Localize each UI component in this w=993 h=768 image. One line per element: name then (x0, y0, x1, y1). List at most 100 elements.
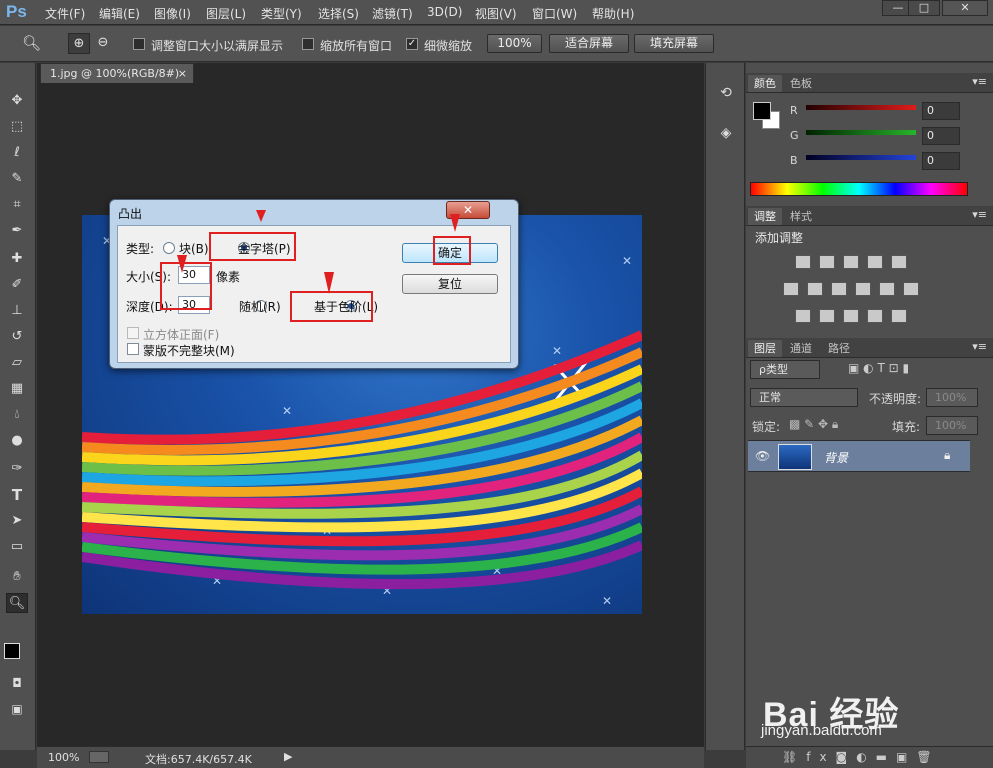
path-select-tool-icon[interactable]: ➤ (6, 511, 28, 531)
blur-tool-icon[interactable]: 💧︎ (6, 405, 28, 425)
posterize-adjustment-icon[interactable] (819, 309, 835, 323)
r-slider[interactable] (806, 105, 916, 110)
panel-menu-icon[interactable]: ▾≡ (972, 340, 987, 353)
tab-adjustments[interactable]: 调整 (748, 208, 782, 225)
eyedropper-tool-icon[interactable]: ✒ (6, 221, 28, 241)
lasso-tool-icon[interactable]: ℓ (6, 143, 28, 163)
history-panel-icon[interactable]: ⟲ (716, 85, 736, 105)
fill-screen-button[interactable]: 填充屏幕 (634, 34, 714, 53)
menu-help[interactable]: 帮助(H) (592, 5, 634, 22)
threshold-adjustment-icon[interactable] (843, 309, 859, 323)
status-menu-arrow-icon[interactable]: ▶ (284, 750, 292, 763)
fit-screen-button[interactable]: 适合屏幕 (549, 34, 629, 53)
menu-edit[interactable]: 编辑(E) (99, 5, 140, 22)
menu-file[interactable]: 文件(F) (45, 5, 85, 22)
zoom-100-button[interactable]: 100% (487, 34, 542, 53)
color-balance-adjustment-icon[interactable] (807, 282, 823, 296)
gradient-tool-icon[interactable]: ▦ (6, 379, 28, 399)
close-tab-icon[interactable]: × (178, 64, 187, 83)
tab-swatches[interactable]: 色板 (784, 75, 818, 92)
b-slider[interactable] (806, 155, 916, 160)
move-tool-icon[interactable]: ✥ (6, 91, 28, 111)
close-window-button[interactable]: ✕ (942, 0, 988, 16)
vibrance-adjustment-icon[interactable] (891, 255, 907, 269)
menu-window[interactable]: 窗口(W) (532, 5, 577, 22)
selective-color-adjustment-icon[interactable] (867, 309, 883, 323)
quick-mask-icon[interactable]: ◘ (6, 673, 28, 693)
g-value-field[interactable]: 0 (922, 127, 960, 145)
curves-adjustment-icon[interactable] (843, 255, 859, 269)
crop-tool-icon[interactable]: ⌗ (6, 195, 28, 215)
tab-layers[interactable]: 图层 (748, 340, 782, 357)
tab-styles[interactable]: 样式 (784, 208, 818, 225)
pen-tool-icon[interactable]: ✑ (6, 459, 28, 479)
brightness-adjustment-icon[interactable] (795, 255, 811, 269)
zoom-tool-icon[interactable]: 🔍︎ (6, 593, 28, 613)
shape-tool-icon[interactable]: ▭ (6, 537, 28, 557)
visibility-eye-icon[interactable]: 👁︎ (755, 449, 770, 463)
clone-stamp-tool-icon[interactable]: ⊥ (6, 301, 28, 321)
fg-color-chip[interactable] (753, 102, 771, 120)
maximize-button[interactable]: □ (908, 0, 940, 16)
mask-incomplete-checkbox[interactable] (127, 343, 139, 355)
zoom-in-icon[interactable]: ⊕ (68, 33, 90, 54)
menu-layer[interactable]: 图层(L) (206, 5, 246, 22)
channel-mixer-adjustment-icon[interactable] (879, 282, 895, 296)
foreground-color-swatch[interactable] (4, 643, 20, 659)
brush-tool-icon[interactable]: ✐ (6, 275, 28, 295)
photoshop-logo: Ps (6, 2, 27, 21)
dodge-tool-icon[interactable]: ● (6, 431, 28, 451)
3d-panel-icon[interactable]: ◈ (716, 125, 736, 145)
g-slider[interactable] (806, 130, 916, 135)
gradient-map-adjustment-icon[interactable] (891, 309, 907, 323)
solid-front-checkbox[interactable] (127, 327, 139, 339)
b-value-field[interactable]: 0 (922, 152, 960, 170)
levels-adjustment-icon[interactable] (819, 255, 835, 269)
layer-actions-icons[interactable]: ⛓fx◙◐▬▣🗑︎ (782, 750, 941, 764)
opacity-field[interactable]: 100% (926, 388, 978, 407)
layer-filter-icons[interactable]: ▣ ◐ T ⊡ ▮ (848, 361, 909, 375)
resize-windows-checkbox[interactable] (133, 38, 145, 50)
layer-name[interactable]: 背景 (824, 449, 848, 466)
marquee-tool-icon[interactable]: ⬚ (6, 117, 28, 137)
menu-image[interactable]: 图像(I) (154, 5, 191, 22)
r-value-field[interactable]: 0 (922, 102, 960, 120)
healing-brush-tool-icon[interactable]: ✚ (6, 249, 28, 269)
lock-icons[interactable]: ▩ ✎ ✥ 🔒︎ (789, 417, 838, 432)
tab-paths[interactable]: 路径 (822, 340, 856, 357)
photo-filter-adjustment-icon[interactable] (855, 282, 871, 296)
type-tool-icon[interactable]: T (6, 485, 28, 505)
menu-type[interactable]: 类型(Y) (261, 5, 302, 22)
hand-tool-icon[interactable]: ✋︎ (6, 567, 28, 587)
history-brush-tool-icon[interactable]: ↺ (6, 327, 28, 347)
exposure-adjustment-icon[interactable] (867, 255, 883, 269)
menu-select[interactable]: 选择(S) (318, 5, 359, 22)
menu-view[interactable]: 视图(V) (475, 5, 517, 22)
invert-adjustment-icon[interactable] (795, 309, 811, 323)
black-white-adjustment-icon[interactable] (831, 282, 847, 296)
type-block-radio[interactable] (163, 242, 175, 254)
layer-filter-dropdown[interactable]: ρ类型 (750, 360, 820, 379)
zoom-level[interactable]: 100% (48, 751, 79, 764)
panel-menu-icon[interactable]: ▾≡ (972, 75, 987, 88)
scrubby-zoom-checkbox[interactable]: ✓ (406, 38, 418, 50)
screen-mode-icon[interactable]: ▣ (6, 699, 28, 719)
blend-mode-dropdown[interactable]: 正常 (750, 388, 858, 407)
panel-menu-icon[interactable]: ▾≡ (972, 208, 987, 221)
color-spectrum-bar[interactable] (750, 182, 968, 196)
layer-row-background[interactable]: 👁︎ 背景 🔒︎ (748, 440, 970, 472)
hue-saturation-adjustment-icon[interactable] (783, 282, 799, 296)
color-lookup-adjustment-icon[interactable] (903, 282, 919, 296)
menu-filter[interactable]: 滤镜(T) (372, 5, 413, 22)
menu-3d[interactable]: 3D(D) (427, 5, 462, 19)
tab-channels[interactable]: 通道 (784, 340, 818, 357)
zoom-out-icon[interactable]: ⊖ (92, 33, 114, 54)
zoom-tool-preset-icon[interactable]: 🔍︎ (22, 34, 44, 54)
reset-button[interactable]: 复位 (402, 274, 498, 294)
document-tab[interactable]: 1.jpg @ 100%(RGB/8#) × (40, 63, 194, 83)
eraser-tool-icon[interactable]: ▱ (6, 353, 28, 373)
zoom-all-windows-checkbox[interactable] (302, 38, 314, 50)
fill-field[interactable]: 100% (926, 416, 978, 435)
tab-color[interactable]: 颜色 (748, 75, 782, 92)
quick-select-tool-icon[interactable]: ✎ (6, 169, 28, 189)
